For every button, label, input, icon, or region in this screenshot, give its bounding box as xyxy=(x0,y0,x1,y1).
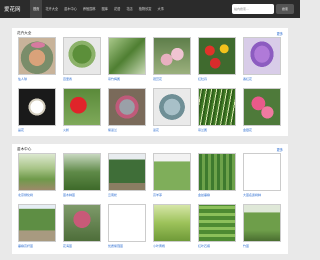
main-nav: 首页 花卉大全 苗木中心 养殖园林 图库 花语 花店 植物欣赏 大事 xyxy=(30,0,167,18)
flower-label[interactable]: 红牡丹 xyxy=(198,75,236,83)
nursery-card[interactable]: 优质紫薇苗 xyxy=(108,204,146,250)
pink-flower-image[interactable] xyxy=(153,37,191,75)
night-cactus-flower-image[interactable] xyxy=(18,88,56,126)
red-yellow-flowers-image[interactable] xyxy=(198,37,236,75)
nursery-label[interactable]: 小叶黄杨 xyxy=(153,242,191,250)
grass-image[interactable] xyxy=(153,153,191,191)
nav-gardening[interactable]: 养殖园林 xyxy=(80,0,99,18)
nursery-card[interactable]: 垂柳高杆苗 xyxy=(18,204,56,250)
flower-card[interactable]: 百里香 xyxy=(63,37,101,83)
shrub-rows-image[interactable] xyxy=(198,204,236,242)
section-title: 苗木中心 xyxy=(17,147,32,151)
nav-flowers[interactable]: 花卉大全 xyxy=(42,0,61,18)
boxwood-image[interactable] xyxy=(153,204,191,242)
anthurium-image[interactable] xyxy=(63,88,101,126)
flower-label[interactable]: 蓝花 xyxy=(153,126,191,134)
nursery-label[interactable]: 北京绿化树 xyxy=(18,191,56,199)
flowers-panel: 花卉大全 更多 仙人球 百里香 吊竹梅属 观赏花 红牡丹 番红花 昙花 火鹤 紫… xyxy=(12,28,288,136)
flower-card[interactable]: 红牡丹 xyxy=(198,37,236,83)
flower-card[interactable]: 火鹤 xyxy=(63,88,101,134)
nursery-card[interactable]: 小叶黄杨 xyxy=(153,204,191,250)
flower-card[interactable]: 紫蓝兰 xyxy=(108,88,146,134)
flower-label[interactable]: 紫蓝兰 xyxy=(108,126,146,134)
succulent-image[interactable] xyxy=(108,88,146,126)
flower-card[interactable]: 金银花 xyxy=(243,88,281,134)
nav-nursery[interactable]: 苗木中心 xyxy=(61,0,80,18)
flower-label[interactable]: 观赏花 xyxy=(153,75,191,83)
nav-home[interactable]: 首页 xyxy=(30,0,43,18)
blank-image[interactable] xyxy=(243,153,281,191)
pink-lily-image[interactable] xyxy=(243,88,281,126)
flower-label[interactable]: 昙花 xyxy=(18,126,56,134)
nav-gallery[interactable]: 图库 xyxy=(99,0,111,18)
flower-label[interactable]: 金银花 xyxy=(243,126,281,134)
section-title: 花卉大全 xyxy=(17,31,32,35)
nursery-card[interactable]: 花海苗 xyxy=(63,204,101,250)
flower-label[interactable]: 火鹤 xyxy=(63,126,101,134)
nav-flower-language[interactable]: 花语 xyxy=(111,0,123,18)
pine-image[interactable] xyxy=(108,153,146,191)
flower-card[interactable]: 仙人球 xyxy=(18,37,56,83)
nursery-card[interactable]: 大苗名贵树种 xyxy=(243,153,281,199)
flower-grid: 仙人球 百里香 吊竹梅属 观赏花 红牡丹 番红花 昙花 火鹤 紫蓝兰 蓝花 吊兰… xyxy=(18,37,281,134)
cactus-image[interactable] xyxy=(18,37,56,75)
search-button[interactable]: 搜索 xyxy=(276,4,294,14)
crocus-image[interactable] xyxy=(243,37,281,75)
nursery-label[interactable]: 竹苗 xyxy=(243,242,281,250)
nursery-label[interactable]: 红叶石楠 xyxy=(198,242,236,250)
nursery-card[interactable]: 苗木种苗 xyxy=(63,153,101,199)
nursery-label[interactable]: 高羊茅 xyxy=(153,191,191,199)
nav-plants[interactable]: 植物欣赏 xyxy=(136,0,155,18)
nursery-card[interactable]: 云南松 xyxy=(108,153,146,199)
blank-image[interactable] xyxy=(108,204,146,242)
thyme-image[interactable] xyxy=(63,37,101,75)
seedling-image[interactable] xyxy=(63,153,101,191)
nursery-card[interactable]: 金丝垂柳 xyxy=(198,153,236,199)
nursery-grid: 北京绿化树 苗木种苗 云南松 高羊茅 金丝垂柳 大苗名贵树种 垂柳高杆苗 花海苗… xyxy=(18,153,281,250)
nav-events[interactable]: 大事 xyxy=(155,0,167,18)
top-navigation-bar: 爱花网 首页 花卉大全 苗木中心 养殖园林 图库 花语 花店 植物欣赏 大事 站… xyxy=(0,0,300,18)
flower-card[interactable]: 蓝花 xyxy=(153,88,191,134)
flower-label[interactable]: 吊兰属 xyxy=(198,126,236,134)
nursery-label[interactable]: 金丝垂柳 xyxy=(198,191,236,199)
tall-tree-image[interactable] xyxy=(18,204,56,242)
flower-label[interactable]: 吊竹梅属 xyxy=(108,75,146,83)
fern-image[interactable] xyxy=(108,37,146,75)
flower-label[interactable]: 百里香 xyxy=(63,75,101,83)
pink-shrub-image[interactable] xyxy=(63,204,101,242)
site-logo[interactable]: 爱花网 xyxy=(4,5,30,13)
spider-plant-image[interactable] xyxy=(198,88,236,126)
blue-succulent-image[interactable] xyxy=(153,88,191,126)
nursery-label[interactable]: 苗木种苗 xyxy=(63,191,101,199)
nursery-label[interactable]: 花海苗 xyxy=(63,242,101,250)
nursery-label[interactable]: 垂柳高杆苗 xyxy=(18,242,56,250)
nursery-panel: 苗木中心 更多 北京绿化树 苗木种苗 云南松 高羊茅 金丝垂柳 大苗名贵树种 垂… xyxy=(12,144,288,254)
flower-label[interactable]: 仙人球 xyxy=(18,75,56,83)
flower-card[interactable]: 昙花 xyxy=(18,88,56,134)
nursery-card[interactable]: 北京绿化树 xyxy=(18,153,56,199)
more-link[interactable]: 更多 xyxy=(277,147,283,152)
nursery-label[interactable]: 优质紫薇苗 xyxy=(108,242,146,250)
nursery-card[interactable]: 红叶石楠 xyxy=(198,204,236,250)
flower-label[interactable]: 番红花 xyxy=(243,75,281,83)
flower-card[interactable]: 吊竹梅属 xyxy=(108,37,146,83)
willow-image[interactable] xyxy=(198,153,236,191)
flower-card[interactable]: 番红花 xyxy=(243,37,281,83)
tree-nursery-image[interactable] xyxy=(18,153,56,191)
flower-card[interactable]: 吊兰属 xyxy=(198,88,236,134)
flower-card[interactable]: 观赏花 xyxy=(153,37,191,83)
nursery-card[interactable]: 高羊茅 xyxy=(153,153,191,199)
nursery-label[interactable]: 云南松 xyxy=(108,191,146,199)
search-input[interactable]: 站内搜索... xyxy=(232,4,274,14)
bamboo-image[interactable] xyxy=(243,204,281,242)
nav-shop[interactable]: 花店 xyxy=(123,0,135,18)
more-link[interactable]: 更多 xyxy=(277,31,283,36)
nursery-label[interactable]: 大苗名贵树种 xyxy=(243,191,281,199)
nursery-card[interactable]: 竹苗 xyxy=(243,204,281,250)
